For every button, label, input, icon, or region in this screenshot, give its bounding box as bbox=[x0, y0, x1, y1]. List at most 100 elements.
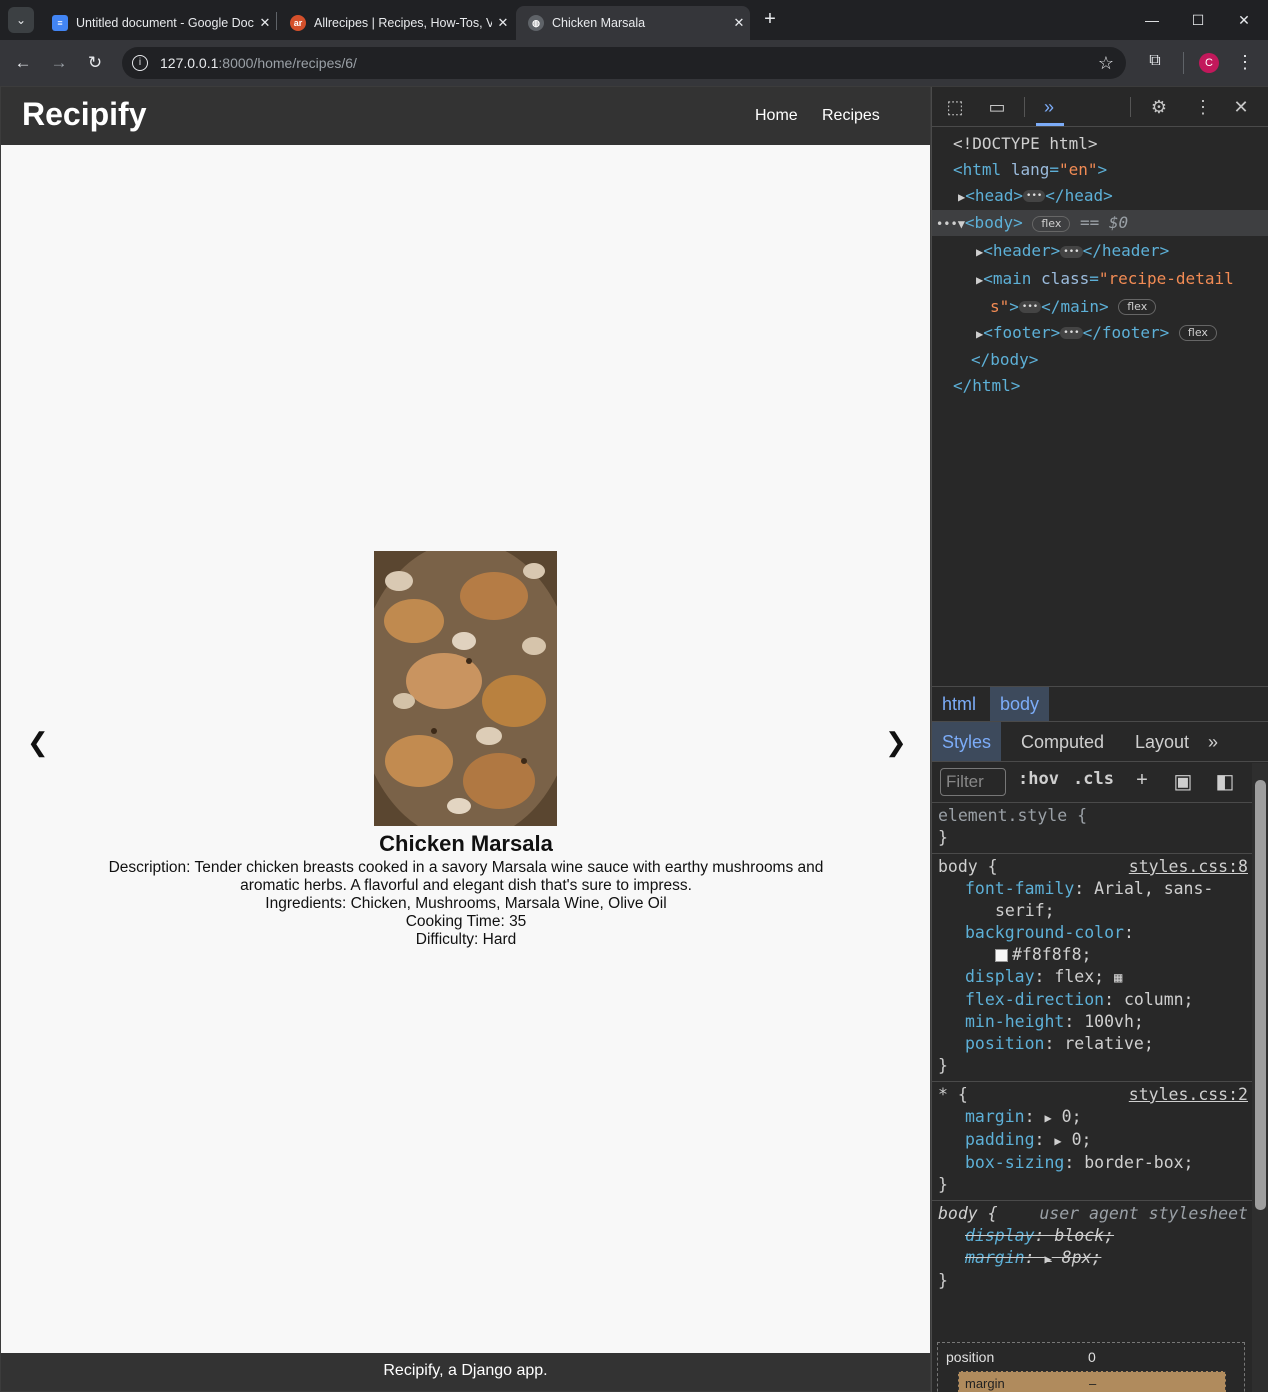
rule-selector: * { bbox=[938, 1085, 968, 1104]
close-icon[interactable]: ✕ bbox=[728, 15, 750, 31]
tab-title: Chicken Marsala bbox=[552, 16, 646, 30]
close-window-button[interactable]: ✕ bbox=[1224, 8, 1264, 32]
browser-menu-icon[interactable]: ⋮ bbox=[1236, 52, 1254, 74]
recipe-image bbox=[374, 551, 557, 826]
carousel-next-button[interactable]: ❯ bbox=[885, 727, 907, 758]
tree-header[interactable]: ▶<header> ••• </header> bbox=[932, 238, 1268, 266]
site-footer: Recipify, a Django app. bbox=[1, 1353, 930, 1391]
reload-button[interactable]: ↻ bbox=[84, 52, 106, 74]
box-margin-value[interactable]: – bbox=[1089, 1376, 1096, 1391]
close-icon: ✕ bbox=[1238, 12, 1250, 28]
padding-value[interactable]: 0; bbox=[1072, 1130, 1092, 1149]
profile-avatar[interactable]: C bbox=[1199, 53, 1219, 73]
recipe-difficulty: Difficulty: Hard bbox=[415, 931, 517, 948]
flex-badge[interactable]: flex bbox=[1032, 215, 1071, 232]
tree-body-close[interactable]: </body> bbox=[932, 347, 1268, 373]
tab-styles[interactable]: Styles bbox=[932, 722, 1002, 761]
tree-main[interactable]: ▶<main class="recipe-detail bbox=[932, 266, 1268, 294]
url-text[interactable]: 127.0.0.1:8000/home/recipes/6/ bbox=[160, 55, 357, 71]
color-swatch[interactable] bbox=[995, 949, 1008, 962]
more-tabs-icon[interactable]: » bbox=[1036, 95, 1062, 119]
settings-gear-icon[interactable]: ⚙ bbox=[1146, 95, 1172, 119]
font-family-value[interactable]: Arial, sans- bbox=[1094, 879, 1213, 898]
breadcrumb-body[interactable]: body bbox=[990, 687, 1050, 721]
nav-link-home[interactable]: Home bbox=[755, 107, 798, 125]
flex-badge[interactable]: flex bbox=[1178, 325, 1217, 342]
cls-toggle[interactable]: .cls bbox=[1073, 769, 1114, 789]
box-sizing-value[interactable]: border-box; bbox=[1084, 1153, 1193, 1172]
forward-button[interactable]: → bbox=[48, 52, 70, 74]
devtools-menu-icon[interactable]: ⋮ bbox=[1190, 95, 1216, 119]
attr-name: class bbox=[1041, 268, 1090, 288]
ellipsis-badge[interactable]: ••• bbox=[1023, 190, 1046, 203]
ellipsis-badge[interactable]: ••• bbox=[1060, 327, 1083, 340]
breadcrumb-html[interactable]: html bbox=[932, 687, 986, 721]
minimize-button[interactable]: — bbox=[1132, 8, 1172, 32]
arrow-left-icon: ← bbox=[14, 53, 32, 72]
address-bar[interactable]: i 127.0.0.1:8000/home/recipes/6/ ☆ bbox=[122, 47, 1126, 79]
collapse-triangle-icon[interactable]: ▼ bbox=[958, 217, 965, 231]
display-value[interactable]: flex; bbox=[1054, 967, 1104, 986]
tab-allrecipes[interactable]: ar Allrecipes | Recipes, How-Tos, Videos… bbox=[278, 6, 514, 40]
expand-triangle-icon[interactable]: ▶ bbox=[1044, 1111, 1051, 1125]
carousel-prev-button[interactable]: ❮ bbox=[27, 727, 49, 758]
header-tag: <header> bbox=[983, 241, 1061, 261]
back-button[interactable]: ← bbox=[12, 52, 34, 74]
extensions-icon[interactable]: ⧉ bbox=[1144, 52, 1166, 74]
tree-footer[interactable]: ▶<footer> ••• </footer> flex bbox=[932, 320, 1268, 348]
inspect-element-icon[interactable]: ⬚ bbox=[942, 95, 968, 119]
box-position-value[interactable]: 0 bbox=[1088, 1349, 1096, 1365]
close-icon[interactable]: ✕ bbox=[492, 15, 514, 31]
hov-toggle[interactable]: :hov bbox=[1018, 769, 1059, 789]
flex-badge[interactable]: flex bbox=[1118, 299, 1157, 316]
main-close-tag: </main> bbox=[1041, 296, 1109, 316]
background-color-value[interactable]: #f8f8f8; bbox=[1012, 945, 1091, 964]
paint-brush-icon[interactable]: ▣ bbox=[1170, 769, 1196, 795]
source-link[interactable]: styles.css:8 bbox=[1129, 856, 1248, 878]
min-height-value[interactable]: 100vh; bbox=[1084, 1012, 1144, 1031]
tree-html[interactable]: <html lang="en"> bbox=[932, 157, 1268, 183]
expand-triangle-icon[interactable]: ▶ bbox=[1054, 1134, 1061, 1148]
tree-doctype[interactable]: <!DOCTYPE html> bbox=[932, 131, 1268, 157]
ellipsis-badge[interactable]: ••• bbox=[1018, 301, 1042, 314]
tab-chicken-marsala[interactable]: ◍ Chicken Marsala ✕ bbox=[516, 6, 750, 40]
new-rule-plus-icon[interactable]: + bbox=[1129, 769, 1155, 795]
device-toolbar-icon[interactable]: ▭ bbox=[984, 95, 1010, 119]
new-tab-button[interactable]: + bbox=[758, 8, 782, 32]
info-icon[interactable]: i bbox=[132, 55, 148, 71]
flexbox-editor-icon[interactable]: ▦ bbox=[1114, 970, 1122, 986]
tab-computed[interactable]: Computed bbox=[1021, 722, 1104, 761]
source-link[interactable]: styles.css:2 bbox=[1129, 1084, 1248, 1106]
tree-html-close[interactable]: </html> bbox=[932, 373, 1268, 399]
ellipsis-badge[interactable]: ••• bbox=[1060, 245, 1083, 258]
bookmark-star-icon[interactable]: ☆ bbox=[1098, 53, 1114, 74]
recipe-title: Chicken Marsala bbox=[379, 831, 553, 856]
close-devtools-icon[interactable]: ✕ bbox=[1228, 95, 1254, 119]
nav-link-recipes[interactable]: Recipes bbox=[822, 107, 880, 125]
rule-user-agent[interactable]: body {user agent stylesheet display: blo… bbox=[932, 1201, 1252, 1296]
margin-value[interactable]: 0; bbox=[1062, 1107, 1082, 1126]
rule-element-style[interactable]: element.style { } bbox=[932, 803, 1252, 854]
close-icon[interactable]: ✕ bbox=[254, 15, 276, 31]
site-logo[interactable]: Recipify bbox=[22, 96, 146, 133]
tab-layout[interactable]: Layout bbox=[1135, 722, 1189, 761]
tree-head[interactable]: ▶<head> ••• </head> bbox=[932, 183, 1268, 211]
footer-close-tag: </footer> bbox=[1082, 322, 1170, 342]
head-close-tag: </head> bbox=[1045, 185, 1113, 205]
rule-universal[interactable]: * {styles.css:2 margin: ▶ 0; padding: ▶ … bbox=[932, 1082, 1252, 1201]
tab-search-button[interactable]: ⌄ bbox=[8, 7, 34, 33]
position-value[interactable]: relative; bbox=[1064, 1034, 1153, 1053]
scrollbar-thumb[interactable] bbox=[1255, 780, 1266, 1210]
box-margin-area[interactable]: margin – bbox=[958, 1371, 1226, 1392]
more-tabs-icon[interactable]: » bbox=[1208, 722, 1218, 761]
tab-google-docs[interactable]: ≡ Untitled document - Google Docs ✕ bbox=[40, 6, 276, 40]
toggle-sidebar-icon[interactable]: ◧ bbox=[1212, 769, 1238, 795]
tree-body[interactable]: •••▼<body> flex == $0 bbox=[932, 210, 1268, 238]
tree-main-cont[interactable]: s"> ••• </main> flex bbox=[932, 294, 1268, 320]
rule-body[interactable]: body {styles.css:8 font-family: Arial, s… bbox=[932, 854, 1252, 1082]
flex-direction-value[interactable]: column; bbox=[1124, 990, 1194, 1009]
node-actions-icon[interactable]: ••• bbox=[936, 217, 958, 231]
maximize-button[interactable]: ☐ bbox=[1178, 8, 1218, 32]
attr-value: "recipe-detail bbox=[1098, 268, 1234, 288]
filter-input[interactable]: Filter bbox=[940, 768, 1006, 796]
